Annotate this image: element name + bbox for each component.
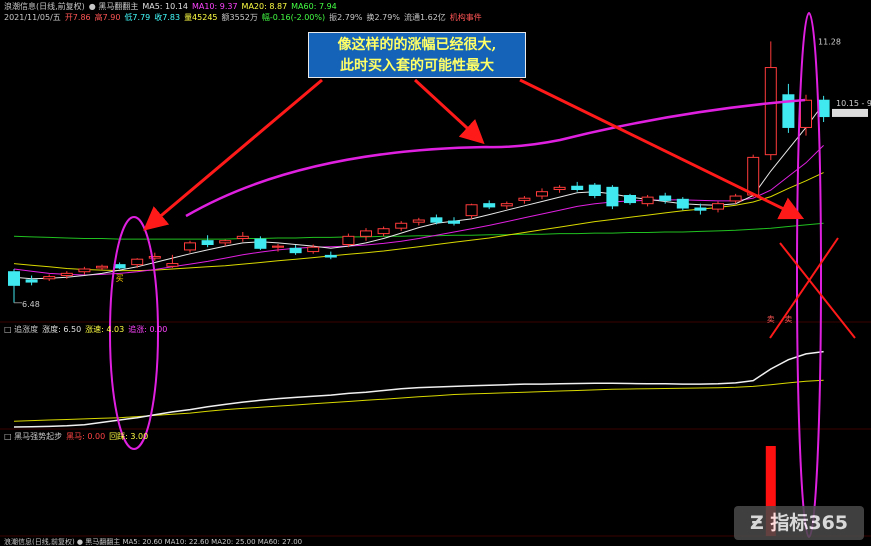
candle-body <box>800 99 812 128</box>
candle-body <box>729 195 742 202</box>
right-highlight-ellipse <box>796 12 822 538</box>
candle-body <box>536 191 548 197</box>
stock-chart-canvas[interactable]: 11.2810.15 - 9.6.48买卖卖 <box>0 0 871 546</box>
candle-body <box>641 196 654 205</box>
candle-body <box>60 272 73 277</box>
arrow-left <box>143 78 323 231</box>
candle-body <box>448 220 460 224</box>
signal-marker: 买 <box>116 274 124 283</box>
signal-marker: 卖 <box>767 315 775 324</box>
price-label: 11.28 <box>818 37 841 46</box>
candle-body <box>307 246 320 253</box>
indicator-header-item-3: 追涨: 0.00 <box>128 325 168 334</box>
candle-body <box>817 99 830 118</box>
header-row2-item-1: 开7.86 <box>64 13 91 22</box>
header-row1-item-2: MA5: 10.14 <box>142 2 188 11</box>
header-row2-item-7: 幅-0.16(-2.00%) <box>261 13 326 22</box>
candle-body <box>289 247 302 254</box>
candle-body <box>588 184 601 196</box>
candle-body <box>712 203 724 210</box>
indicator-header: □ 追涨度 涨度: 6.50 涨速: 4.03 追涨: 0.00 <box>4 324 171 336</box>
candle-body <box>782 94 795 128</box>
candle-body <box>606 186 619 207</box>
candle-body <box>324 254 337 258</box>
candle-body <box>272 245 284 248</box>
signal-header-item-2: 回踩: 3.00 <box>109 432 149 441</box>
candle-body <box>184 242 196 251</box>
candle-body <box>624 195 636 204</box>
candle-body <box>430 217 443 223</box>
header-row2-item-10: 流通1.62亿 <box>403 13 446 22</box>
candle-body <box>518 197 531 201</box>
candle-body <box>236 235 249 240</box>
price-label: 6.48 <box>22 300 40 309</box>
candle-body <box>377 228 390 235</box>
header-row2-item-3: 低7.79 <box>124 13 151 22</box>
candle-body <box>676 198 689 209</box>
header-row1-item-4: MA20: 8.87 <box>241 2 288 11</box>
candle-body <box>131 258 144 266</box>
ma5-line <box>13 103 825 280</box>
cross-line-2 <box>769 237 839 339</box>
candle-body <box>360 230 372 237</box>
signal-header-item-1: 黑马: 0.00 <box>66 432 106 441</box>
header-row2-item-8: 振2.79% <box>329 13 363 22</box>
candle-body <box>96 265 108 269</box>
arrow-middle <box>413 78 485 145</box>
indicator-header-item-2: 涨速: 4.03 <box>85 325 125 334</box>
arrow-right <box>519 78 805 220</box>
candle-body <box>395 222 408 229</box>
header-row2-item-4: 收7.83 <box>154 13 181 22</box>
candle-body <box>219 240 232 244</box>
price-label: 10.15 - 9. <box>836 99 871 108</box>
candle-body <box>694 207 707 211</box>
candle-body <box>166 263 179 267</box>
callout-line-1: 像这样的的涨幅已经很大, <box>337 37 497 53</box>
bottom-header: 浪潮信息(日线,前复权) ● 黑马翻翻主 MA5: 20.60 MA10: 22… <box>4 538 306 546</box>
candle-body <box>254 238 267 249</box>
bottom-header-text: 浪潮信息(日线,前复权) ● 黑马翻翻主 MA5: 20.60 MA10: 22… <box>4 538 303 546</box>
header-row1-item-3: MA10: 9.37 <box>191 2 238 11</box>
indicator-header-item-0: □ 追涨度 <box>4 325 39 334</box>
candle-body <box>764 67 777 156</box>
candle-body <box>553 186 566 191</box>
indicator-signal-line <box>13 379 824 422</box>
watermark-logo: Ƶ 指标365 <box>734 506 864 540</box>
header-row2-item-0: 2021/11/05/五 <box>4 13 61 22</box>
candle-body <box>571 185 584 191</box>
candle-body <box>8 271 20 286</box>
candle-body <box>148 255 161 259</box>
indicator-header-item-1: 涨度: 6.50 <box>42 325 82 334</box>
price-flag <box>832 108 868 117</box>
header-row1-item-0: 浪潮信息(日线,前复权) <box>4 2 85 11</box>
callout-line-2: 此时买入套的可能性最大 <box>340 58 494 74</box>
candle-body <box>78 268 91 273</box>
candle-body <box>342 235 355 245</box>
candle-body <box>25 279 38 283</box>
header-row2-item-5: 量45245 <box>184 13 218 22</box>
candle-body <box>113 264 126 269</box>
candle-body <box>43 276 56 280</box>
signal-header: □ 黑马强势起步 黑马: 0.00 回踩: 3.00 <box>4 431 152 443</box>
ma60-line <box>13 222 824 240</box>
logo-text: 指标365 <box>770 512 849 534</box>
header-row2-item-9: 换2.79% <box>366 13 400 22</box>
candle-body <box>201 240 214 245</box>
candle-body <box>659 195 672 201</box>
candle-body <box>483 203 496 208</box>
header-row2-item-11: 机构事件 <box>449 13 482 22</box>
header-row2-item-2: 高7.90 <box>94 13 121 22</box>
main-header-row2: 2021/11/05/五 开7.86 高7.90 低7.79 收7.83 量45245 额3… <box>4 12 486 24</box>
header-row1-item-1: ● 黑马翻翻主 <box>88 2 139 11</box>
candle-body <box>465 204 478 217</box>
signal-header-item-0: □ 黑马强势起步 <box>4 432 63 441</box>
candle-body <box>500 203 513 207</box>
logo-icon: Ƶ <box>749 512 764 534</box>
candle-body <box>747 156 760 196</box>
header-row1-item-5: MA60: 7.94 <box>291 2 337 11</box>
header-row2-item-6: 额3552万 <box>221 13 258 22</box>
annotation-callout: 像这样的的涨幅已经很大, 此时买入套的可能性最大 <box>308 32 526 78</box>
indicator-main-line <box>13 350 824 428</box>
candle-body <box>412 219 425 223</box>
